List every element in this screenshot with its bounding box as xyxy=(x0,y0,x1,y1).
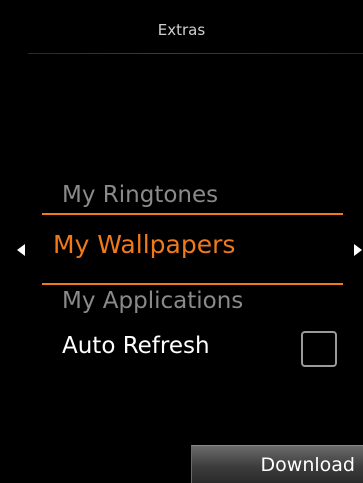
arrow-left-icon[interactable] xyxy=(17,244,25,256)
arrow-right-icon[interactable] xyxy=(354,244,362,256)
auto-refresh-label: Auto Refresh xyxy=(62,333,210,359)
menu-item-my-ringtones[interactable]: My Ringtones xyxy=(62,182,218,208)
selection-line-top xyxy=(42,213,343,215)
download-button[interactable]: Download xyxy=(191,445,363,483)
page-title: Extras xyxy=(157,21,206,39)
header-divider xyxy=(28,53,363,54)
auto-refresh-row[interactable]: Auto Refresh xyxy=(0,325,363,371)
auto-refresh-checkbox[interactable] xyxy=(301,331,337,367)
menu-item-my-applications[interactable]: My Applications xyxy=(62,288,243,314)
selection-line-bottom xyxy=(42,283,343,285)
header-bar: Extras xyxy=(0,0,363,54)
menu-item-my-wallpapers[interactable]: My Wallpapers xyxy=(53,230,235,259)
